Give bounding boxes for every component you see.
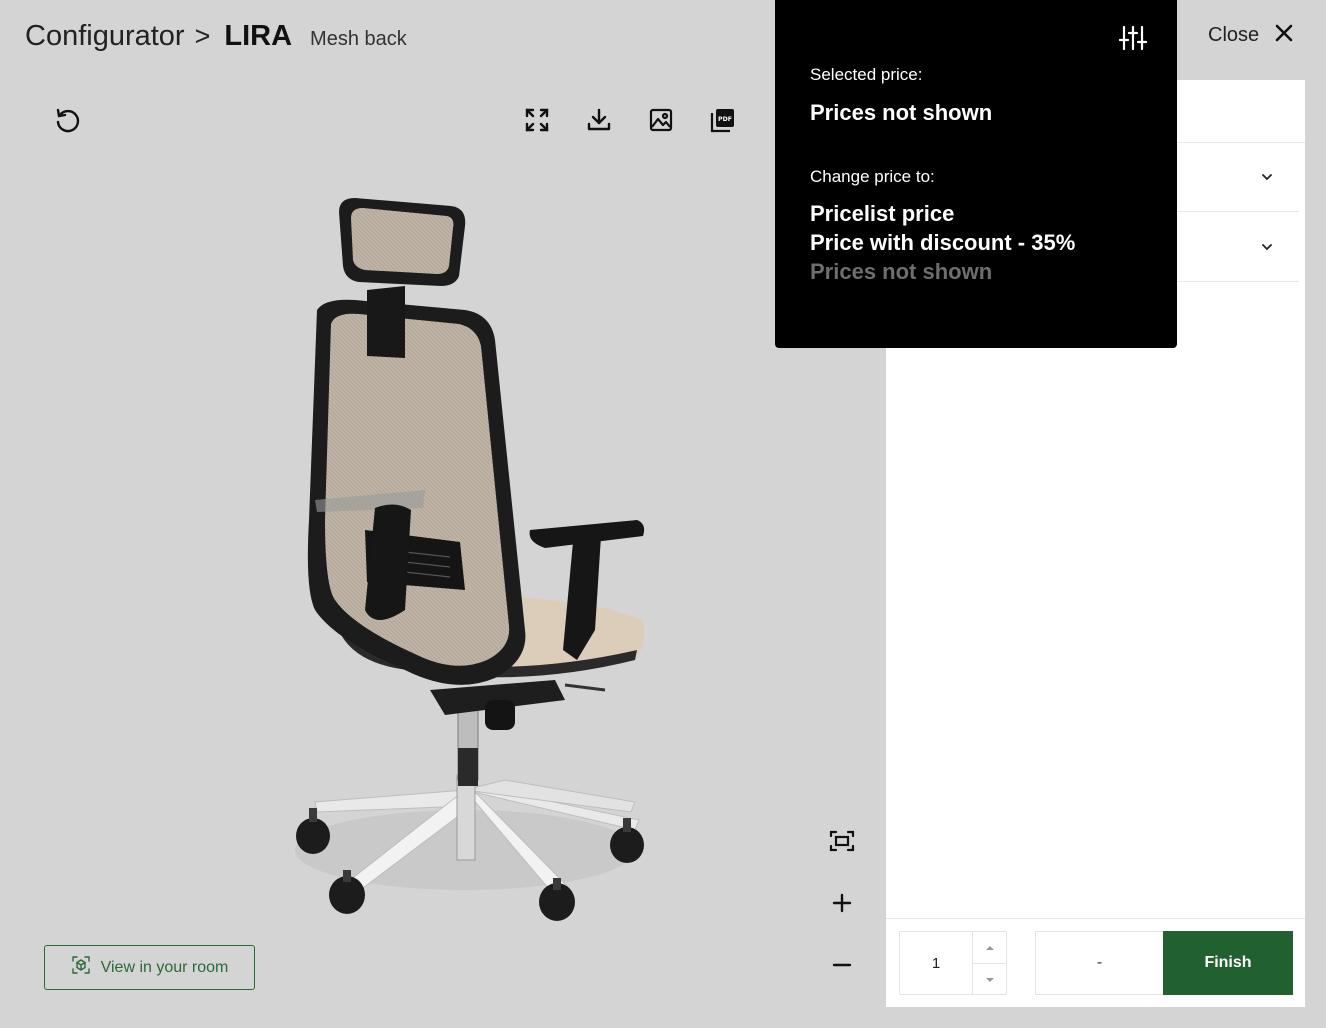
quantity-input[interactable]	[900, 932, 972, 994]
breadcrumb: Configurator > LIRA Mesh back	[25, 20, 407, 53]
fit-to-screen-button[interactable]	[826, 827, 858, 859]
zoom-out-button[interactable]	[826, 951, 858, 983]
quantity-arrows	[972, 932, 1006, 994]
chevron-down-icon	[1261, 168, 1273, 186]
ar-cube-icon	[71, 955, 91, 980]
quantity-increase-button[interactable]	[973, 932, 1006, 963]
image-icon	[648, 107, 674, 133]
pdf-button[interactable]: PDF	[706, 103, 740, 137]
price-option-not-shown: Prices not shown	[810, 259, 993, 284]
caret-up-icon	[985, 938, 995, 956]
selected-price-value: Prices not shown	[810, 100, 993, 125]
pdf-icon: PDF	[709, 106, 737, 134]
price-popover: Selected price: Prices not shown Change …	[775, 0, 1177, 348]
close-button[interactable]: Close	[1208, 24, 1293, 47]
view-in-room-button[interactable]: View in your room	[44, 945, 255, 990]
price-display: -	[1035, 931, 1163, 995]
reset-rotation-button[interactable]	[50, 103, 84, 137]
product-variant: Mesh back	[310, 28, 407, 50]
breadcrumb-separator: >	[194, 21, 211, 51]
caret-down-icon	[985, 970, 995, 988]
zoom-in-button[interactable]	[826, 889, 858, 921]
selected-price-label: Selected price:	[810, 65, 923, 84]
sliders-icon	[1118, 25, 1148, 56]
zoom-in-icon	[832, 893, 852, 918]
svg-text:PDF: PDF	[718, 116, 732, 123]
close-icon	[1275, 24, 1293, 47]
change-price-label: Change price to:	[810, 167, 935, 186]
close-label: Close	[1208, 24, 1260, 46]
finish-button[interactable]: Finish	[1163, 931, 1293, 995]
download-icon	[586, 107, 612, 133]
product-3d-view[interactable]	[255, 190, 675, 930]
zoom-out-icon	[832, 955, 852, 980]
price-settings-button[interactable]	[1115, 24, 1151, 56]
price-option-discount[interactable]: Price with discount - 35%	[810, 230, 1075, 256]
fullscreen-icon	[524, 107, 550, 133]
fit-to-screen-icon	[829, 830, 855, 857]
quantity-stepper	[899, 931, 1007, 995]
quantity-decrease-button[interactable]	[973, 962, 1006, 995]
fullscreen-button[interactable]	[520, 103, 554, 137]
order-footer: - Finish	[886, 918, 1305, 1007]
view-in-room-label: View in your room	[100, 958, 229, 976]
download-button[interactable]	[582, 103, 616, 137]
breadcrumb-configurator[interactable]: Configurator	[25, 20, 185, 53]
chair-image	[295, 198, 645, 921]
price-option-pricelist[interactable]: Pricelist price	[810, 201, 954, 227]
chevron-down-icon	[1261, 238, 1273, 256]
reset-rotation-icon	[53, 106, 81, 134]
snapshot-button[interactable]	[644, 103, 678, 137]
product-name: LIRA	[224, 20, 293, 52]
